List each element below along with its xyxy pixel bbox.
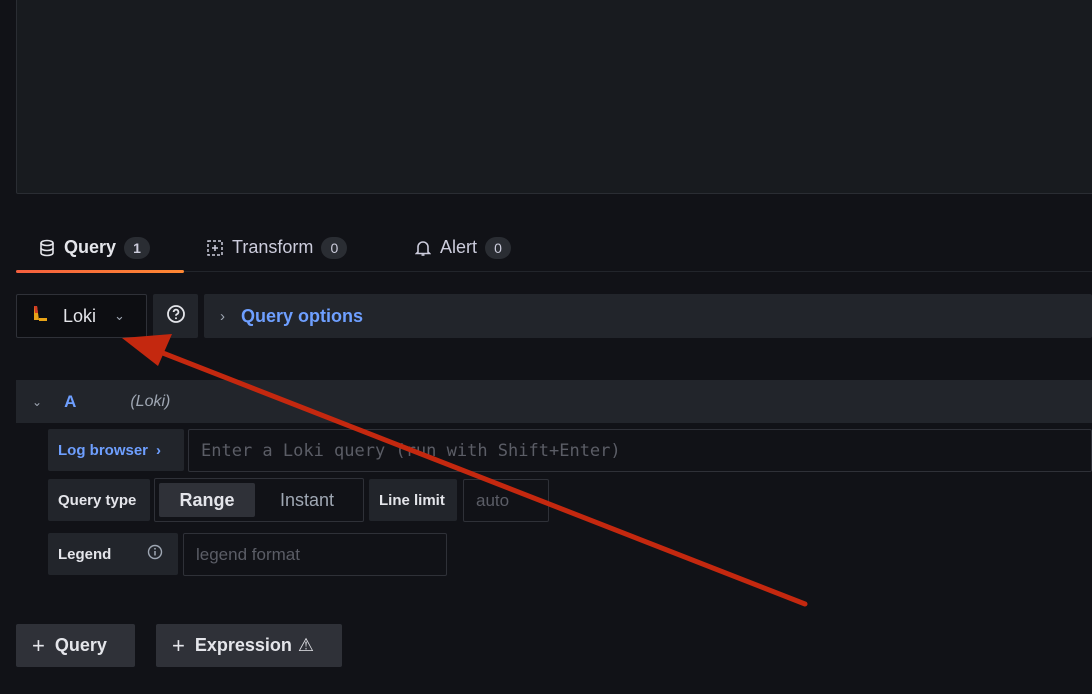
- add-query-button[interactable]: + Query: [16, 624, 135, 667]
- legend-input[interactable]: legend format: [183, 533, 447, 576]
- tab-transform-label: Transform: [232, 237, 314, 257]
- query-ref-id[interactable]: A: [64, 392, 76, 412]
- add-expression-label: Expression: [194, 635, 292, 655]
- loki-query-input[interactable]: Enter a Loki query (run with Shift+Enter…: [188, 429, 1092, 472]
- tab-transform[interactable]: Transform 0: [206, 224, 348, 271]
- tab-alert-label: Alert: [440, 237, 478, 257]
- tab-transform-count: 0: [321, 236, 348, 259]
- tab-query[interactable]: Query 1: [16, 224, 184, 273]
- query-type-instant[interactable]: Instant: [255, 483, 359, 517]
- transform-icon: [206, 239, 224, 257]
- add-expression-button[interactable]: + Expression ⚠: [156, 624, 342, 667]
- loki-logo-icon: [29, 303, 51, 330]
- line-limit-input[interactable]: auto: [463, 479, 549, 522]
- editor-tabs: Query 1 Transform 0 Alert 0: [16, 224, 1092, 273]
- query-row-header[interactable]: ⌄ A (Loki): [16, 380, 1092, 423]
- datasource-picker[interactable]: Loki ⌄: [16, 294, 147, 338]
- query-options-label: Query options: [241, 305, 364, 326]
- query-type-label: Query type: [48, 479, 150, 521]
- bell-icon: [414, 239, 432, 257]
- chevron-right-icon: ›: [220, 307, 225, 325]
- database-icon: [38, 239, 56, 257]
- chevron-down-icon: ⌄: [114, 308, 125, 323]
- query-options-toggle[interactable]: › Query options: [204, 294, 1092, 338]
- log-browser-button[interactable]: Log browser ›: [48, 429, 184, 471]
- query-input-placeholder: Enter a Loki query (run with Shift+Enter…: [201, 440, 621, 461]
- plus-icon: +: [32, 632, 45, 658]
- panel-preview: [16, 0, 1092, 194]
- tab-query-label: Query: [64, 237, 117, 257]
- legend-label-box: Legend: [48, 533, 178, 575]
- query-type-radio-group: Range Instant: [154, 478, 364, 522]
- log-browser-label: Log browser: [58, 441, 149, 459]
- chevron-right-icon: ›: [156, 441, 162, 459]
- tab-alert-count: 0: [485, 236, 512, 259]
- legend-placeholder: legend format: [196, 544, 300, 564]
- add-query-label: Query: [54, 635, 107, 655]
- legend-label: Legend: [58, 545, 112, 563]
- plus-icon: +: [172, 632, 185, 658]
- help-button[interactable]: [153, 294, 198, 338]
- query-row-datasource: (Loki): [130, 392, 171, 410]
- info-circle-icon[interactable]: [147, 544, 163, 564]
- tab-query-count: 1: [124, 236, 151, 259]
- collapse-chevron-icon[interactable]: ⌄: [32, 395, 42, 409]
- query-type-range[interactable]: Range: [159, 483, 255, 517]
- tab-alert[interactable]: Alert 0: [414, 224, 512, 271]
- question-circle-icon: [166, 304, 186, 329]
- line-limit-label: Line limit: [369, 479, 457, 521]
- datasource-name: Loki: [63, 305, 97, 326]
- line-limit-placeholder: auto: [476, 490, 510, 510]
- warning-icon: ⚠: [297, 635, 315, 655]
